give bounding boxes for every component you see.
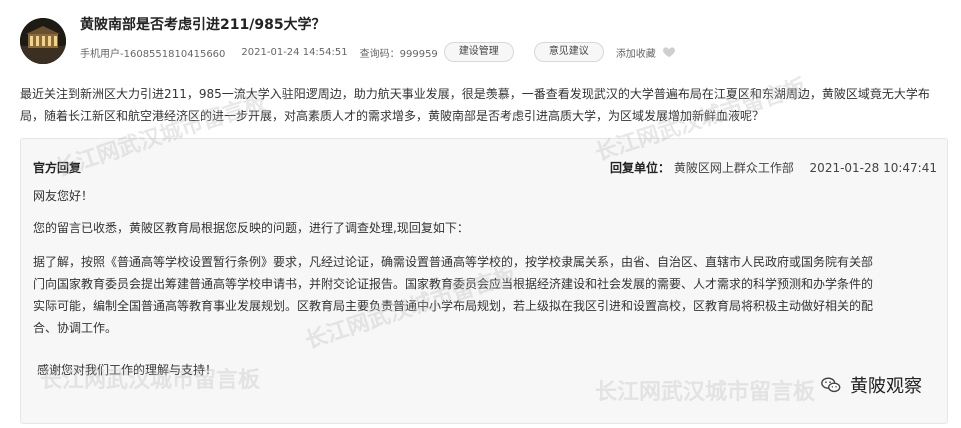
reply-label: 官方回复 [33, 161, 82, 175]
reply-unit-label: 回复单位： [610, 161, 671, 175]
wechat-icon [821, 377, 841, 393]
reply-unit: 回复单位： 黄陂区网上群众工作部 2021-01-28 10:47:41 [610, 159, 937, 176]
reply-paragraph-2-line-1: 据了解，按照《普通高等学校设置暂行条例》要求，凡经过论证，确需设置普通高等学校的… [33, 255, 874, 269]
tag-suggestion-button[interactable]: 意见建议 [533, 42, 604, 62]
post-title: 黄陂南部是否考虑引进211/985大学？ [80, 17, 326, 33]
reply-paragraph-2-line-2: 门向国家教育委员会提出筹建普通高等学校申请书，并附交论证报告。国家教育委员会应当… [33, 277, 874, 291]
reply-paragraph-2-line-3: 实际可能，编制全国普通高等教育事业发展规划。区教育局主要负责普通中小学布局规划，… [33, 299, 874, 313]
reply-thanks: 感谢您对我们工作的理解与支持！ [37, 363, 218, 377]
tag-construction-button[interactable]: 建设管理 [443, 42, 514, 62]
heart-icon[interactable] [662, 45, 676, 59]
post-meta: 手机用户-1608551810415660 2021-01-24 14:54:5… [80, 42, 676, 62]
official-reply-box: 官方回复 回复单位： 黄陂区网上群众工作部 2021-01-28 10:47:4… [20, 138, 948, 424]
reply-paragraph-2-line-4: 合、协调工作。 [33, 321, 118, 335]
brand: 黄陂观察 [820, 372, 922, 398]
reply-greeting: 网友您好！ [33, 189, 94, 203]
reply-unit-name: 黄陂区网上群众工作部 [673, 161, 794, 175]
post-datetime: 2021-01-24 14:54:51 [241, 46, 348, 58]
post-header: 黄陂南部是否考虑引进211/985大学？ 手机用户-16085518104156… [0, 0, 961, 70]
reply-paragraph-1: 您的留言已收悉，黄陂区教育局根据您反映的问题，进行了调查处理,现回复如下： [33, 221, 469, 235]
post-user: 手机用户-1608551810415660 [80, 48, 226, 60]
favorite-link[interactable]: 添加收藏 [616, 45, 656, 60]
reply-datetime: 2021-01-28 10:47:41 [809, 161, 937, 175]
query-code: 查询码：999959 [359, 48, 438, 60]
brand-name: 黄陂观察 [850, 376, 922, 397]
avatar[interactable] [20, 18, 66, 64]
post-question: 最近关注到新洲区大力引进211，985一流大学入驻阳逻周边，助力航天事业发展，很… [20, 87, 930, 123]
